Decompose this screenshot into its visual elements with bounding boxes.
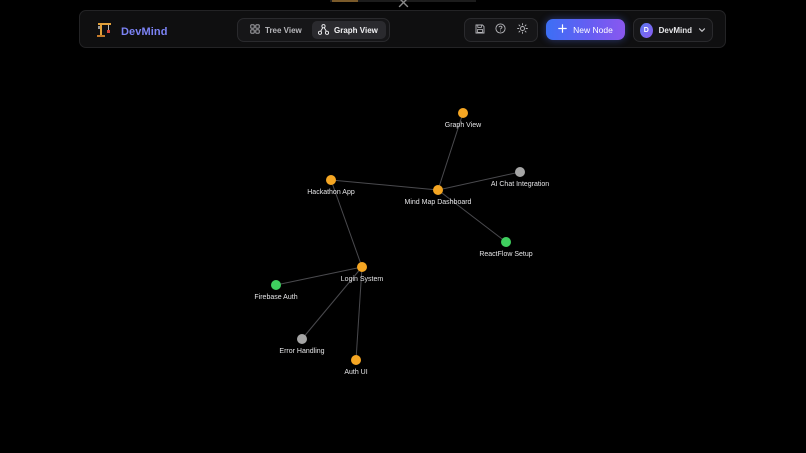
node-label: Graph View bbox=[445, 122, 482, 129]
node-dot[interactable] bbox=[458, 108, 468, 118]
node-dot[interactable] bbox=[271, 280, 281, 290]
graph-node-ai-chat-integration[interactable]: AI Chat Integration bbox=[491, 167, 549, 188]
graph-edge bbox=[437, 189, 507, 243]
graph-nodes: Graph View Hackathon App Mind Map Dashboar… bbox=[254, 108, 549, 376]
graph-node-error-handling[interactable]: Error Handling bbox=[279, 334, 325, 355]
node-label: Hackathon App bbox=[307, 189, 355, 196]
graph-node-graph-view[interactable]: Graph View bbox=[445, 108, 482, 129]
graph-canvas[interactable]: Graph View Hackathon App Mind Map Dashboar… bbox=[0, 0, 806, 453]
node-label: AI Chat Integration bbox=[491, 181, 549, 188]
node-label: Firebase Auth bbox=[254, 294, 297, 301]
graph-node-auth-ui[interactable]: Auth UI bbox=[344, 355, 368, 376]
node-label: Error Handling bbox=[279, 348, 324, 355]
node-dot[interactable] bbox=[297, 334, 307, 344]
graph-node-reactflow-setup[interactable]: ReactFlow Setup bbox=[479, 237, 533, 258]
node-dot[interactable] bbox=[515, 167, 525, 177]
graph-node-firebase-auth[interactable]: Firebase Auth bbox=[254, 280, 298, 301]
node-dot[interactable] bbox=[501, 237, 511, 247]
node-dot[interactable] bbox=[351, 355, 361, 365]
node-label: ReactFlow Setup bbox=[479, 251, 532, 258]
node-label: Mind Map Dashboard bbox=[405, 199, 472, 206]
graph-node-hackathon-app[interactable]: Hackathon App bbox=[307, 175, 355, 196]
node-dot[interactable] bbox=[433, 185, 443, 195]
graph-edges bbox=[275, 112, 521, 361]
node-label: Login System bbox=[341, 276, 384, 283]
node-label: Auth UI bbox=[344, 369, 367, 376]
node-dot[interactable] bbox=[357, 262, 367, 272]
node-dot[interactable] bbox=[326, 175, 336, 185]
